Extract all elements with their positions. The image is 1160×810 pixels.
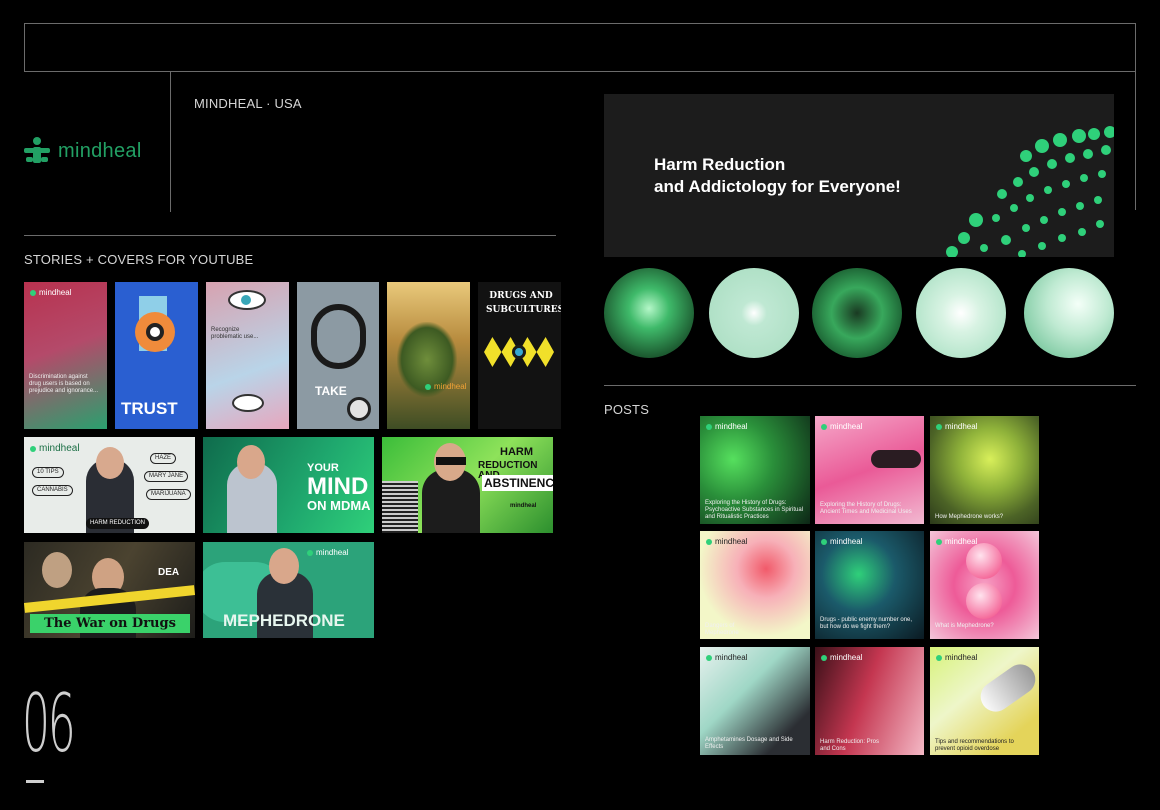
post-logo: mindheal xyxy=(945,537,978,546)
cover-logo: mindheal xyxy=(510,503,537,509)
story-text: Recognize problematic use... xyxy=(211,327,259,341)
post-tile: mindheal How Mephedrone works? xyxy=(930,416,1039,524)
post-text: Exploring the History of Drugs: Psychoac… xyxy=(705,500,804,521)
posts-heading: POSTS xyxy=(604,402,650,417)
post-tile: mindheal Exploring the History of Drugs:… xyxy=(700,416,810,524)
story-tile: Recognize problematic use... xyxy=(206,282,289,429)
cover-caption: HARM REDUCTION xyxy=(86,518,149,530)
cover-title: HARM xyxy=(500,446,533,458)
cover-title: ABSTINENCE xyxy=(482,475,553,491)
visual-circle xyxy=(812,268,902,358)
post-logo: mindheal xyxy=(945,653,978,662)
post-tile: mindheal Amphetamines Dosage and Side Ef… xyxy=(700,647,810,755)
story-title: DRUGS AND SUBCULTURES xyxy=(486,291,561,315)
post-logo: mindheal xyxy=(715,422,748,431)
cover-title: The War on Drugs xyxy=(30,614,190,633)
youtube-cover: HARM REDUCTION AND ABSTINENCE mindheal xyxy=(382,437,553,533)
youtube-cover: YOUR MIND ON MDMA xyxy=(203,437,374,533)
post-text: Dangers of Mephedrone xyxy=(705,623,739,637)
post-logo: mindheal xyxy=(830,537,863,546)
story-tile: TRUST xyxy=(115,282,198,429)
story-tile: mindheal xyxy=(387,282,470,429)
cover-tape-text: DEA xyxy=(158,567,180,578)
visual-circle xyxy=(709,268,799,358)
cover-title: MEPHEDRONE xyxy=(223,611,345,630)
post-text: Exploring the History of Drugs: Ancient … xyxy=(820,502,912,516)
story-title: TAKE xyxy=(315,384,347,398)
cover-tag: HAZE xyxy=(150,453,177,465)
page-number: 06 xyxy=(22,677,76,770)
post-logo: mindheal xyxy=(945,422,978,431)
divider-right xyxy=(604,385,1136,386)
mindheal-logo-icon xyxy=(24,137,50,163)
story-tile: DRUGS AND SUBCULTURES xyxy=(478,282,561,429)
post-logo: mindheal xyxy=(715,653,748,662)
brand-name: mindheal xyxy=(58,139,142,162)
visual-circle xyxy=(1024,268,1114,358)
cover-tag: MARY JANE xyxy=(144,471,189,483)
cover-tag: MARIJUANA xyxy=(146,489,191,501)
cover-logo: mindheal xyxy=(39,443,80,454)
story-text: Discrimination against drug users is bas… xyxy=(29,374,99,395)
banner-line-1: Harm Reduction xyxy=(654,155,786,174)
visual-circle xyxy=(604,268,694,358)
cover-title: ON MDMA xyxy=(307,498,371,513)
post-tile: mindheal What is Mephedrone? xyxy=(930,531,1039,639)
post-logo: mindheal xyxy=(830,422,863,431)
post-text: How Mephedrone works? xyxy=(935,514,1004,520)
story-logo: mindheal xyxy=(434,382,467,391)
post-tile: mindheal Drugs - public enemy number one… xyxy=(815,531,924,639)
header-label: MINDHEAL · USA xyxy=(194,96,302,111)
post-logo: mindheal xyxy=(830,653,863,662)
cover-title: MIND xyxy=(307,473,369,500)
cover-tag: CANNABIS xyxy=(32,485,73,497)
youtube-cover: DEA The War on Drugs xyxy=(24,542,195,638)
post-text: Tips and recommendations to prevent opio… xyxy=(935,739,1014,753)
dots-pattern-icon xyxy=(946,126,1114,257)
top-frame xyxy=(24,23,1136,72)
story-tile: mindheal Discrimination against drug use… xyxy=(24,282,107,429)
youtube-cover: mindheal MEPHEDRONE xyxy=(203,542,374,638)
post-text: Amphetamines Dosage and Side Effects xyxy=(705,737,793,751)
post-text: What is Mephedrone? xyxy=(935,623,994,629)
youtube-cover: mindheal 10 TIPS CANNABIS HAZE MARY JANE… xyxy=(24,437,195,533)
post-text: Drugs - public enemy number one, but how… xyxy=(820,617,913,631)
post-tile: mindheal Tips and recommendations to pre… xyxy=(930,647,1039,755)
post-tile: mindheal Exploring the History of Drugs:… xyxy=(815,416,924,524)
divider-left xyxy=(24,235,556,236)
post-logo: mindheal xyxy=(715,537,748,546)
brand-logo: mindheal xyxy=(24,137,142,165)
divider-logo-vertical xyxy=(170,72,171,212)
page-number-underline xyxy=(26,780,44,783)
banner-line-2: and Addictology for Everyone! xyxy=(654,177,901,197)
post-tile: mindheal Dangers of Mephedrone xyxy=(700,531,810,639)
post-tile: mindheal Harm Reduction: Pros and Cons xyxy=(815,647,924,755)
cover-tag: 10 TIPS xyxy=(32,467,64,479)
post-text: Harm Reduction: Pros and Cons xyxy=(820,739,880,753)
hero-banner: Harm Reduction and Addictology for Every… xyxy=(604,94,1114,257)
divider-top-right xyxy=(1135,72,1136,210)
cover-logo: mindheal xyxy=(316,548,349,557)
visual-circle xyxy=(916,268,1006,358)
story-title: TRUST xyxy=(121,399,178,418)
story-tile: TAKE xyxy=(297,282,379,429)
story-logo: mindheal xyxy=(39,288,72,297)
stories-heading: STORIES + COVERS FOR YOUTUBE xyxy=(24,252,254,267)
